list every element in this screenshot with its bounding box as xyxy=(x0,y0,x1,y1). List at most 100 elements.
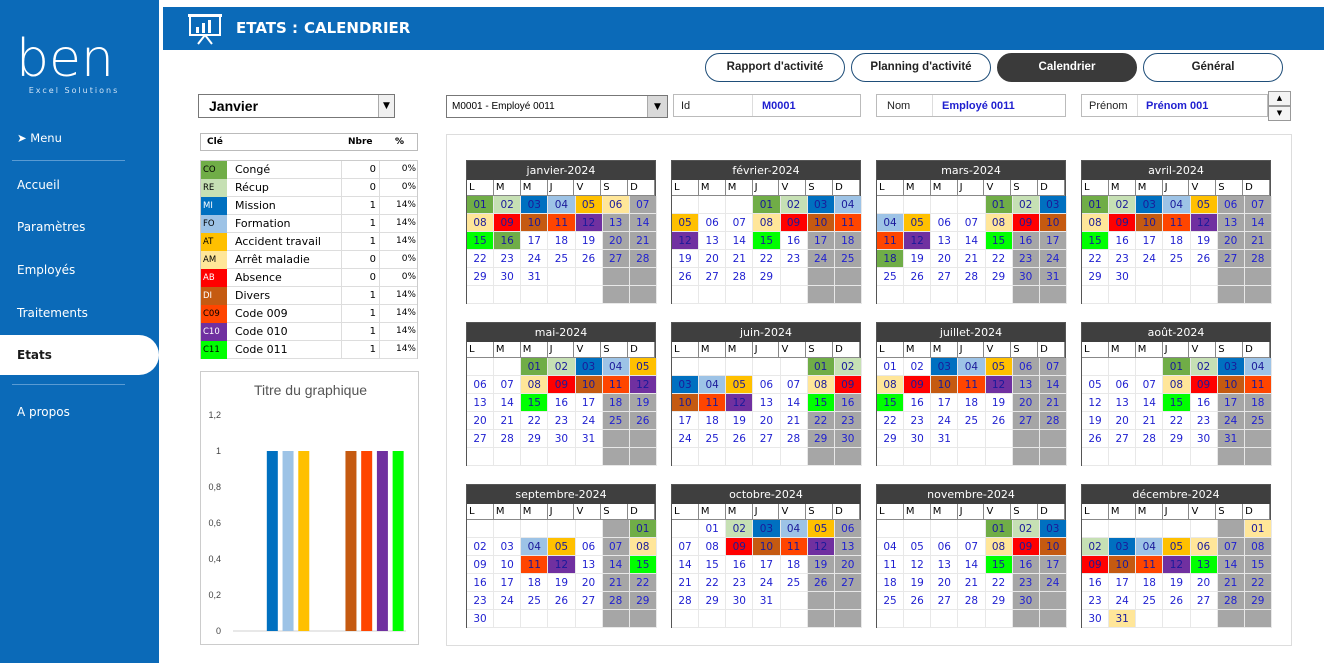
day-cell[interactable]: 30 xyxy=(1190,430,1218,448)
day-cell[interactable]: 06 xyxy=(1217,196,1245,214)
day-cell[interactable]: 18 xyxy=(958,394,986,412)
day-cell[interactable]: 06 xyxy=(1190,538,1218,556)
day-cell[interactable]: 15 xyxy=(985,232,1013,250)
day-cell[interactable]: 27 xyxy=(467,430,495,448)
day-cell[interactable]: 23 xyxy=(1109,250,1137,268)
nav-item-parametres[interactable]: Paramètres xyxy=(0,207,159,247)
day-cell[interactable]: 25 xyxy=(780,574,808,592)
day-cell[interactable]: 01 xyxy=(467,196,495,214)
day-cell[interactable]: 29 xyxy=(521,430,549,448)
day-cell[interactable]: 20 xyxy=(1012,394,1040,412)
day-cell[interactable]: 18 xyxy=(602,394,630,412)
day-cell[interactable]: 22 xyxy=(877,412,905,430)
day-cell[interactable]: 04 xyxy=(877,214,905,232)
day-cell[interactable]: 26 xyxy=(726,430,754,448)
day-cell[interactable]: 11 xyxy=(958,376,986,394)
day-cell[interactable]: 18 xyxy=(877,574,905,592)
day-cell[interactable]: 05 xyxy=(1190,196,1218,214)
nav-item-etats[interactable]: Etats xyxy=(0,335,159,375)
day-cell[interactable]: 11 xyxy=(834,214,862,232)
day-cell[interactable]: 30 xyxy=(726,592,754,610)
day-cell[interactable]: 10 xyxy=(575,376,603,394)
day-cell[interactable]: 17 xyxy=(575,394,603,412)
day-cell[interactable]: 07 xyxy=(958,538,986,556)
day-cell[interactable]: 01 xyxy=(985,196,1013,214)
day-cell[interactable]: 28 xyxy=(958,268,986,286)
day-cell[interactable]: 07 xyxy=(602,538,630,556)
day-cell[interactable]: 17 xyxy=(1217,394,1245,412)
day-cell[interactable]: 24 xyxy=(1039,250,1067,268)
day-cell[interactable]: 28 xyxy=(602,592,630,610)
day-cell[interactable]: 03 xyxy=(494,538,522,556)
day-cell[interactable]: 04 xyxy=(1163,196,1191,214)
day-cell[interactable]: 07 xyxy=(1039,358,1067,376)
day-cell[interactable]: 21 xyxy=(958,250,986,268)
day-cell[interactable]: 21 xyxy=(780,412,808,430)
day-cell[interactable]: 09 xyxy=(1012,214,1040,232)
day-cell[interactable]: 02 xyxy=(726,520,754,538)
day-cell[interactable]: 17 xyxy=(1109,574,1137,592)
day-cell[interactable]: 05 xyxy=(904,538,932,556)
day-cell[interactable]: 08 xyxy=(753,214,781,232)
day-cell[interactable]: 19 xyxy=(904,250,932,268)
day-cell[interactable]: 30 xyxy=(467,610,495,628)
day-cell[interactable]: 03 xyxy=(753,520,781,538)
day-cell[interactable]: 29 xyxy=(985,268,1013,286)
day-cell[interactable]: 05 xyxy=(807,520,835,538)
day-cell[interactable]: 24 xyxy=(1109,592,1137,610)
day-cell[interactable]: 28 xyxy=(494,430,522,448)
day-cell[interactable]: 16 xyxy=(548,394,576,412)
menu-toggle[interactable]: ➤ Menu xyxy=(0,118,159,158)
day-cell[interactable]: 14 xyxy=(1039,376,1067,394)
day-cell[interactable]: 04 xyxy=(834,196,862,214)
day-cell[interactable]: 24 xyxy=(1217,412,1245,430)
day-cell[interactable]: 09 xyxy=(1109,214,1137,232)
day-cell[interactable]: 18 xyxy=(521,574,549,592)
day-cell[interactable]: 12 xyxy=(548,556,576,574)
day-cell[interactable]: 07 xyxy=(629,196,657,214)
day-cell[interactable]: 12 xyxy=(904,232,932,250)
day-cell[interactable]: 01 xyxy=(807,358,835,376)
day-cell[interactable]: 16 xyxy=(904,394,932,412)
day-cell[interactable]: 07 xyxy=(672,538,700,556)
day-cell[interactable]: 06 xyxy=(699,214,727,232)
tab-calendrier[interactable]: Calendrier xyxy=(997,53,1137,82)
day-cell[interactable]: 19 xyxy=(575,232,603,250)
day-cell[interactable]: 05 xyxy=(1163,538,1191,556)
day-cell[interactable]: 25 xyxy=(1163,250,1191,268)
day-cell[interactable]: 23 xyxy=(494,250,522,268)
day-cell[interactable]: 21 xyxy=(602,574,630,592)
day-cell[interactable]: 29 xyxy=(1244,592,1272,610)
day-cell[interactable]: 24 xyxy=(807,250,835,268)
day-cell[interactable]: 21 xyxy=(494,412,522,430)
day-cell[interactable]: 11 xyxy=(877,556,905,574)
day-cell[interactable]: 20 xyxy=(931,574,959,592)
day-cell[interactable]: 24 xyxy=(753,574,781,592)
day-cell[interactable]: 03 xyxy=(1136,196,1164,214)
day-cell[interactable]: 29 xyxy=(985,592,1013,610)
day-cell[interactable]: 14 xyxy=(780,394,808,412)
day-cell[interactable]: 04 xyxy=(958,358,986,376)
day-cell[interactable]: 22 xyxy=(521,412,549,430)
nav-item-employes[interactable]: Employés xyxy=(0,250,159,290)
day-cell[interactable]: 02 xyxy=(1012,520,1040,538)
day-cell[interactable]: 26 xyxy=(1082,430,1110,448)
day-cell[interactable]: 29 xyxy=(629,592,657,610)
day-cell[interactable]: 18 xyxy=(1163,232,1191,250)
day-cell[interactable]: 26 xyxy=(904,268,932,286)
day-cell[interactable]: 12 xyxy=(672,232,700,250)
day-cell[interactable]: 21 xyxy=(629,232,657,250)
day-cell[interactable]: 15 xyxy=(1244,556,1272,574)
day-cell[interactable]: 14 xyxy=(494,394,522,412)
day-cell[interactable]: 26 xyxy=(1190,250,1218,268)
day-cell[interactable]: 10 xyxy=(753,538,781,556)
day-cell[interactable]: 29 xyxy=(699,592,727,610)
day-cell[interactable]: 19 xyxy=(1082,412,1110,430)
day-cell[interactable]: 01 xyxy=(877,358,905,376)
day-cell[interactable]: 11 xyxy=(548,214,576,232)
day-cell[interactable]: 05 xyxy=(904,214,932,232)
day-cell[interactable]: 08 xyxy=(1244,538,1272,556)
day-cell[interactable]: 23 xyxy=(1012,250,1040,268)
day-cell[interactable]: 25 xyxy=(1136,592,1164,610)
day-cell[interactable]: 26 xyxy=(672,268,700,286)
